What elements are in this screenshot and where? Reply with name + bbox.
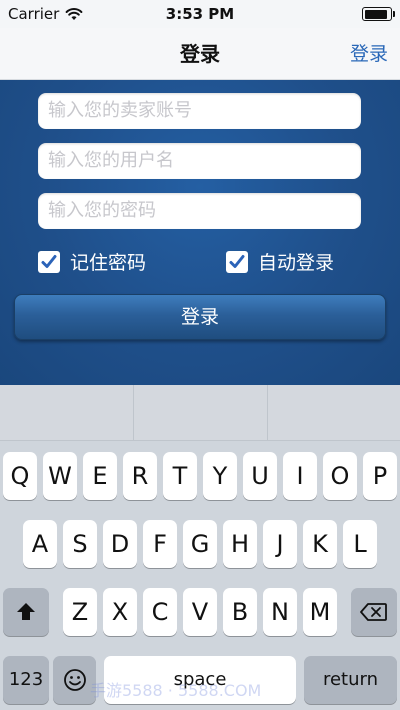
key-m[interactable]: M — [303, 588, 337, 636]
shift-icon — [17, 603, 35, 620]
key-w[interactable]: W — [43, 452, 77, 500]
key-y[interactable]: Y — [203, 452, 237, 500]
remember-password-checkbox[interactable]: 记住密码 — [38, 248, 146, 275]
key-j[interactable]: J — [263, 520, 297, 568]
seller-account-input[interactable]: 输入您的卖家账号 — [38, 93, 361, 129]
battery-icon — [362, 7, 395, 21]
checkmark-icon — [229, 254, 245, 268]
return-key[interactable]: return — [304, 656, 397, 704]
numbers-key[interactable]: 123 — [3, 656, 49, 704]
checkmark-icon — [41, 254, 57, 268]
key-s[interactable]: S — [63, 520, 97, 568]
keyboard: Q W E R T Y U I O P A S D F G H J K L Z … — [0, 385, 400, 710]
suggestion-bar — [0, 385, 400, 441]
key-a[interactable]: A — [23, 520, 57, 568]
key-z[interactable]: Z — [63, 588, 97, 636]
key-x[interactable]: X — [103, 588, 137, 636]
key-d[interactable]: D — [103, 520, 137, 568]
password-input[interactable]: 输入您的密码 — [38, 193, 361, 229]
navigation-bar: 登录 登录 — [0, 28, 400, 80]
key-v[interactable]: V — [183, 588, 217, 636]
suggestion-divider — [133, 385, 134, 440]
carrier-label: Carrier — [8, 5, 60, 23]
delete-icon — [360, 603, 387, 621]
login-form: 输入您的卖家账号 输入您的用户名 输入您的密码 记住密码 自动登录 登录 — [0, 80, 400, 385]
key-q[interactable]: Q — [3, 452, 37, 500]
key-k[interactable]: K — [303, 520, 337, 568]
key-r[interactable]: R — [123, 452, 157, 500]
auto-login-checkbox[interactable]: 自动登录 — [226, 248, 334, 275]
nav-login-button[interactable]: 登录 — [350, 28, 388, 80]
key-n[interactable]: N — [263, 588, 297, 636]
wifi-icon — [65, 8, 83, 20]
key-p[interactable]: P — [363, 452, 397, 500]
delete-key[interactable] — [351, 588, 397, 636]
status-left: Carrier — [8, 5, 83, 23]
page-title: 登录 — [180, 42, 220, 66]
status-bar: Carrier 3:53 PM — [0, 0, 400, 28]
username-input[interactable]: 输入您的用户名 — [38, 143, 361, 179]
key-i[interactable]: I — [283, 452, 317, 500]
key-u[interactable]: U — [243, 452, 277, 500]
space-key[interactable]: space — [104, 656, 296, 704]
login-button[interactable]: 登录 — [14, 294, 386, 340]
key-h[interactable]: H — [223, 520, 257, 568]
key-o[interactable]: O — [323, 452, 357, 500]
key-e[interactable]: E — [83, 452, 117, 500]
emoji-icon — [63, 669, 86, 691]
key-f[interactable]: F — [143, 520, 177, 568]
checkbox-box — [226, 250, 248, 273]
suggestion-divider — [267, 385, 268, 440]
key-c[interactable]: C — [143, 588, 177, 636]
emoji-key[interactable] — [53, 656, 96, 704]
auto-login-label: 自动登录 — [258, 252, 335, 274]
battery-fill — [364, 9, 387, 19]
checkbox-box — [38, 250, 60, 273]
remember-password-label: 记住密码 — [70, 252, 147, 274]
shift-key[interactable] — [3, 588, 49, 636]
key-g[interactable]: G — [183, 520, 217, 568]
key-b[interactable]: B — [223, 588, 257, 636]
key-t[interactable]: T — [163, 452, 197, 500]
key-l[interactable]: L — [343, 520, 377, 568]
